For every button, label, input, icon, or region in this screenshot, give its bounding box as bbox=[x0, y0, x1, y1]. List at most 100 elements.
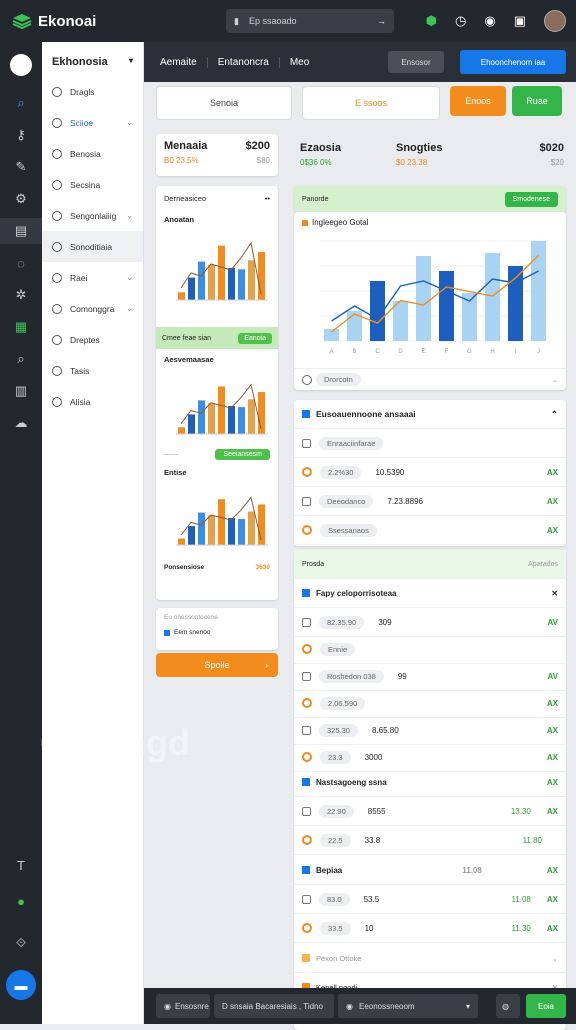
pen-icon[interactable]: ✎ bbox=[0, 154, 42, 180]
window-icon[interactable]: ▣ bbox=[514, 13, 526, 29]
radio-icon[interactable] bbox=[302, 923, 312, 933]
chevron-down-icon: ⌄ bbox=[126, 304, 133, 313]
radio-icon[interactable] bbox=[302, 525, 312, 535]
mini-chart-title: Anoatan bbox=[164, 215, 194, 224]
sidebar-item-7[interactable]: Raei ⌄ bbox=[42, 262, 143, 293]
chevron-up-icon[interactable]: ⌃ bbox=[551, 409, 558, 420]
bottom-primary-btn[interactable]: Eoia bbox=[526, 994, 566, 1018]
checkbox-icon[interactable] bbox=[302, 806, 311, 816]
sidebar-item-10[interactable]: Tasis bbox=[42, 355, 143, 386]
chevron-down-icon: ⌄ bbox=[126, 273, 133, 282]
bar bbox=[178, 292, 185, 300]
bar bbox=[248, 260, 255, 300]
bar bbox=[218, 499, 225, 545]
action-button-2[interactable]: E ssoos bbox=[302, 86, 440, 120]
list-item[interactable]: 2.06.590 AX bbox=[294, 689, 566, 718]
arrow-right-icon[interactable]: → bbox=[377, 16, 386, 26]
list-item[interactable]: Enraaciinfarae bbox=[294, 429, 566, 458]
text-icon[interactable]: T bbox=[0, 852, 42, 878]
app-logo[interactable]: Ekonoai bbox=[12, 13, 96, 30]
more-icon[interactable]: •• bbox=[265, 194, 270, 203]
bar bbox=[178, 427, 185, 434]
action-button-4[interactable]: Ruae bbox=[512, 86, 562, 116]
tick-label: C bbox=[375, 349, 380, 355]
tab-2[interactable]: Entanoncra bbox=[208, 56, 280, 68]
chevron-down-icon: ▾ bbox=[128, 56, 133, 65]
sidebar-item-5[interactable]: Sengonlaiiig ⌄ bbox=[42, 200, 143, 231]
cta-button[interactable]: Spoiie › bbox=[156, 653, 278, 677]
list-item[interactable]: 22.90 8555 13.30 AX bbox=[294, 797, 566, 826]
action-button-1[interactable]: Senoia bbox=[156, 86, 292, 120]
sidebar-item-1[interactable]: Dragls bbox=[42, 76, 143, 107]
building-icon[interactable]: ▥ bbox=[0, 378, 42, 404]
tab-3[interactable]: Meo bbox=[280, 57, 319, 68]
gear-icon[interactable]: ⚙ bbox=[0, 186, 42, 212]
list-item[interactable]: 2.2%30 10.5390 AX bbox=[294, 458, 566, 487]
chat-icon[interactable]: ◌ bbox=[0, 250, 42, 276]
list-item[interactable]: 82.35.90 309 AV bbox=[294, 608, 566, 637]
key-icon[interactable]: ⚷ bbox=[0, 122, 42, 148]
radio-icon[interactable] bbox=[302, 835, 312, 845]
table-icon[interactable]: ▤ bbox=[0, 218, 42, 244]
sidebar-item-4[interactable]: Secsina bbox=[42, 169, 143, 200]
bottom-btn-2[interactable]: D snsaia Bacaresiais , Tidno bbox=[214, 994, 334, 1018]
sidebar-item-2[interactable]: Sciioe ⌄ bbox=[42, 107, 143, 138]
layers-icon bbox=[52, 210, 62, 221]
checkbox-icon[interactable] bbox=[302, 725, 311, 735]
cog-icon[interactable]: ✲ bbox=[0, 282, 42, 308]
search-icon[interactable]: ⌕ bbox=[0, 90, 42, 116]
list-item[interactable]: Ennie bbox=[294, 635, 566, 664]
bottom-icon-btn[interactable]: ◍ bbox=[496, 994, 520, 1018]
clock-icon[interactable]: ◷ bbox=[455, 13, 466, 29]
sidebar-item-3[interactable]: Benosia bbox=[42, 138, 143, 169]
toolbar-button[interactable]: Ensosor bbox=[388, 51, 444, 73]
radio-icon[interactable] bbox=[302, 752, 312, 762]
shield-icon[interactable]: ⬢ bbox=[426, 13, 437, 29]
list-item[interactable]: Roshedon 038 99 AV bbox=[294, 662, 566, 691]
cloud-icon[interactable]: ☁ bbox=[0, 410, 42, 436]
share-icon[interactable]: ⟐ bbox=[0, 930, 42, 956]
chevron-down-icon: ⌄ bbox=[126, 118, 133, 127]
status-icon[interactable]: ● bbox=[0, 888, 42, 914]
list-item[interactable]: 33.5 10 11.30 AX bbox=[294, 914, 566, 943]
chat-bubble-icon[interactable]: ▬ bbox=[0, 970, 42, 1000]
sidebar-item-11[interactable]: Alisia bbox=[42, 386, 143, 417]
magnify-icon[interactable]: ⌕ bbox=[0, 346, 42, 372]
tab-1[interactable]: Aemaite bbox=[156, 56, 208, 68]
tick-label: E bbox=[421, 349, 425, 355]
gear-icon bbox=[52, 179, 62, 190]
doc-icon bbox=[52, 148, 62, 159]
chart-header-button[interactable]: Smodenese bbox=[504, 191, 558, 207]
bar bbox=[188, 526, 195, 545]
strip-button[interactable]: Eanoia bbox=[238, 332, 272, 344]
bottom-btn-3[interactable]: ◉ Eeonossneoom ▾ bbox=[338, 994, 478, 1018]
avatar[interactable] bbox=[544, 10, 566, 32]
close-icon[interactable]: ✕ bbox=[551, 589, 558, 598]
checkbox-icon[interactable] bbox=[302, 894, 311, 904]
radio-icon[interactable] bbox=[302, 698, 312, 708]
checkbox-icon[interactable] bbox=[302, 671, 311, 681]
notification-icon[interactable]: ◉ bbox=[484, 13, 495, 29]
sidebar-item-6[interactable]: Sonoditiaia bbox=[42, 231, 143, 262]
list-item[interactable]: 83.0 53.5 11.08 AX bbox=[294, 885, 566, 914]
list-item[interactable]: Deeodanco 7.23.8896 AX bbox=[294, 487, 566, 516]
tick-label: F bbox=[445, 349, 449, 355]
action-button-3[interactable]: Enoos bbox=[450, 86, 506, 116]
grid-icon[interactable]: ▦ bbox=[0, 314, 42, 340]
radio-icon[interactable] bbox=[302, 467, 312, 477]
list-item[interactable]: 325.30 8.65.80 AX bbox=[294, 716, 566, 745]
checkbox-icon[interactable] bbox=[302, 617, 311, 627]
bottom-btn-1[interactable]: ◉ Ensosnre bbox=[156, 994, 210, 1018]
checkbox-icon[interactable] bbox=[302, 496, 311, 506]
checkbox-icon[interactable] bbox=[302, 438, 311, 448]
list-item[interactable]: Ssessanaos AX bbox=[294, 516, 566, 545]
primary-toolbar-button[interactable]: Ehoonchenom iaa bbox=[460, 50, 566, 74]
mini-bar-chart-3 bbox=[176, 496, 268, 546]
radio-icon[interactable] bbox=[302, 644, 312, 654]
search-input[interactable]: ▮ Ep ssaoado → bbox=[226, 9, 394, 33]
sidebar-item-9[interactable]: Dreptes bbox=[42, 324, 143, 355]
mini-chart-button[interactable]: Seeiansesm bbox=[215, 449, 270, 460]
home-icon[interactable] bbox=[0, 52, 42, 78]
list-item[interactable]: 22.5 33.8 11.80 bbox=[294, 826, 566, 855]
sidebar-item-8[interactable]: Comonggra ⌄ bbox=[42, 293, 143, 324]
